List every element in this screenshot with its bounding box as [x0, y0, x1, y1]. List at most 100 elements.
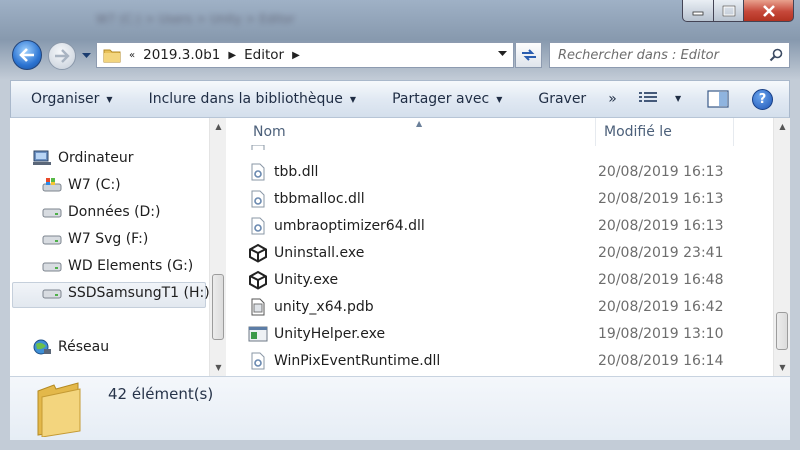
file-date: 20/08/2019 16:13: [598, 217, 724, 234]
caption-buttons: [682, 0, 794, 22]
burn-label: Graver: [538, 91, 587, 107]
include-library-label: Inclure dans la bibliothèque: [148, 91, 343, 107]
item-count: 42 élément(s): [108, 385, 214, 403]
content-area: Ordinateur W7 (C:) Données (D:) W7 Svg (…: [10, 118, 790, 376]
file-name: UnityHelper.exe: [274, 325, 386, 342]
nav-item-computer[interactable]: Ordinateur: [32, 150, 134, 166]
table-row[interactable]: WinPixEventRuntime.dll 20/08/2019 16:14: [248, 347, 748, 374]
table-row[interactable]: umbraoptimizer64.dll 20/08/2019 16:13: [248, 212, 748, 239]
address-bar[interactable]: « 2019.3.0b1 ▶ Editor ▶: [96, 42, 514, 68]
file-date: 20/08/2019 16:14: [598, 352, 724, 369]
burn-button[interactable]: Graver: [538, 91, 586, 107]
file-list-scrollbar[interactable]: ▲ ▼: [773, 118, 790, 376]
nav-item-drive[interactable]: W7 Svg (F:): [42, 231, 148, 247]
details-pane: 42 élément(s): [10, 376, 790, 440]
scrollbar-thumb[interactable]: [776, 312, 788, 350]
file-date: 20/08/2019 23:41: [598, 244, 724, 261]
dll-icon: [248, 351, 268, 371]
preview-pane-icon[interactable]: [707, 90, 729, 108]
share-label: Partager avec: [392, 91, 490, 107]
folder-icon: [103, 49, 121, 63]
dll-icon: [248, 162, 268, 182]
drive-icon: [42, 204, 62, 220]
scrollbar-thumb[interactable]: [212, 274, 224, 340]
breadcrumb-separator-icon[interactable]: ▶: [292, 50, 300, 61]
file-name: Unity.exe: [274, 271, 339, 288]
unity-icon: [248, 270, 268, 290]
drive-icon: [42, 231, 62, 247]
file-name: tbb.dll: [274, 163, 319, 180]
table-row[interactable]: tbb.dll 20/08/2019 16:13: [248, 158, 748, 185]
maximize-button[interactable]: [714, 0, 744, 22]
table-row[interactable]: UnityHelper.exe 19/08/2019 13:10: [248, 320, 748, 347]
nav-item-label: W7 Svg (F:): [68, 231, 149, 247]
maximize-icon: [722, 5, 735, 16]
table-row[interactable]: tbbmalloc.dll 20/08/2019 16:13: [248, 185, 748, 212]
nav-item-label: SSDSamsungT1 (H:): [68, 285, 210, 301]
file-date: 19/08/2019 13:10: [598, 325, 724, 342]
nav-item-label: Données (D:): [68, 204, 161, 220]
close-icon: [762, 4, 775, 17]
exe-icon: [248, 324, 268, 344]
scroll-up-icon[interactable]: ▲: [774, 118, 790, 135]
file-date: 20/08/2019 16:13: [598, 163, 724, 180]
share-menu[interactable]: Partager avec ▼: [392, 91, 502, 107]
navigation-pane: Ordinateur W7 (C:) Données (D:) W7 Svg (…: [10, 118, 228, 376]
chevron-down-icon: ▼: [349, 94, 357, 104]
recent-pages-dropdown[interactable]: [80, 50, 92, 62]
breadcrumb-item[interactable]: Editor: [244, 47, 284, 63]
more-commands-button[interactable]: »: [608, 91, 617, 107]
explorer-window: W7 (C:) > Users > Unity > Editor « 2019.…: [0, 0, 800, 450]
file-name: umbraoptimizer64.dll: [274, 217, 425, 234]
search-input[interactable]: [558, 47, 763, 63]
details-view-icon: [639, 92, 657, 102]
organize-menu[interactable]: Organiser ▼: [31, 91, 113, 107]
nav-item-drive[interactable]: W7 (C:): [42, 177, 121, 193]
help-button[interactable]: ?: [752, 89, 773, 110]
search-box[interactable]: [549, 42, 790, 68]
scroll-down-icon[interactable]: ▼: [210, 359, 227, 376]
arrow-right-icon: [55, 49, 70, 63]
include-library-menu[interactable]: Inclure dans la bibliothèque ▼: [149, 91, 357, 107]
breadcrumb-overflow[interactable]: «: [129, 50, 135, 61]
pdb-icon: [248, 297, 268, 317]
breadcrumb-separator-icon[interactable]: ▶: [228, 50, 236, 61]
folder-icon: [37, 382, 81, 437]
file-date: 20/08/2019 16:13: [598, 190, 724, 207]
chevron-down-icon: ▼: [106, 94, 113, 104]
help-icon: ?: [758, 92, 767, 107]
command-bar: Organiser ▼ Inclure dans la bibliothèque ▼…: [10, 80, 790, 118]
breadcrumb-item[interactable]: 2019.3.0b1: [143, 47, 220, 63]
refresh-icon: [521, 49, 536, 61]
unity-icon: [248, 243, 268, 263]
nav-item-drive[interactable]: Données (D:): [42, 204, 160, 220]
chevron-down-icon: ▼: [675, 93, 682, 103]
forward-button[interactable]: [48, 42, 76, 70]
dll-icon: [248, 140, 268, 150]
minimize-button[interactable]: [682, 0, 714, 22]
chevron-down-icon[interactable]: [498, 51, 507, 57]
chevron-down-icon: [81, 53, 91, 58]
table-row[interactable]: unity_x64.pdb 20/08/2019 16:42: [248, 293, 748, 320]
back-button[interactable]: [12, 40, 42, 70]
search-icon[interactable]: [769, 48, 783, 62]
nav-item-label: W7 (C:): [68, 177, 121, 193]
refresh-button[interactable]: [515, 42, 542, 68]
computer-icon: [32, 150, 52, 166]
organize-label: Organiser: [31, 91, 100, 107]
windows-drive-icon: [42, 177, 62, 193]
nav-scrollbar[interactable]: ▲ ▼: [209, 118, 226, 376]
nav-item-label: Ordinateur: [58, 150, 134, 166]
table-row[interactable]: Unity.exe 20/08/2019 16:48: [248, 266, 748, 293]
scroll-down-icon[interactable]: ▼: [774, 359, 790, 376]
nav-item-drive[interactable]: WD Elements (G:): [42, 258, 193, 274]
scroll-up-icon[interactable]: ▲: [210, 118, 227, 135]
arrow-left-icon: [19, 48, 34, 62]
file-name: WinPixEventRuntime.dll: [274, 352, 441, 369]
change-view-button[interactable]: ▼: [639, 91, 681, 105]
drive-icon: [42, 258, 62, 274]
nav-item-network[interactable]: Réseau: [32, 339, 109, 355]
table-row[interactable]: Uninstall.exe 20/08/2019 23:41: [248, 239, 748, 266]
nav-item-drive[interactable]: SSDSamsungT1 (H:): [42, 285, 210, 301]
close-button[interactable]: [744, 0, 794, 22]
